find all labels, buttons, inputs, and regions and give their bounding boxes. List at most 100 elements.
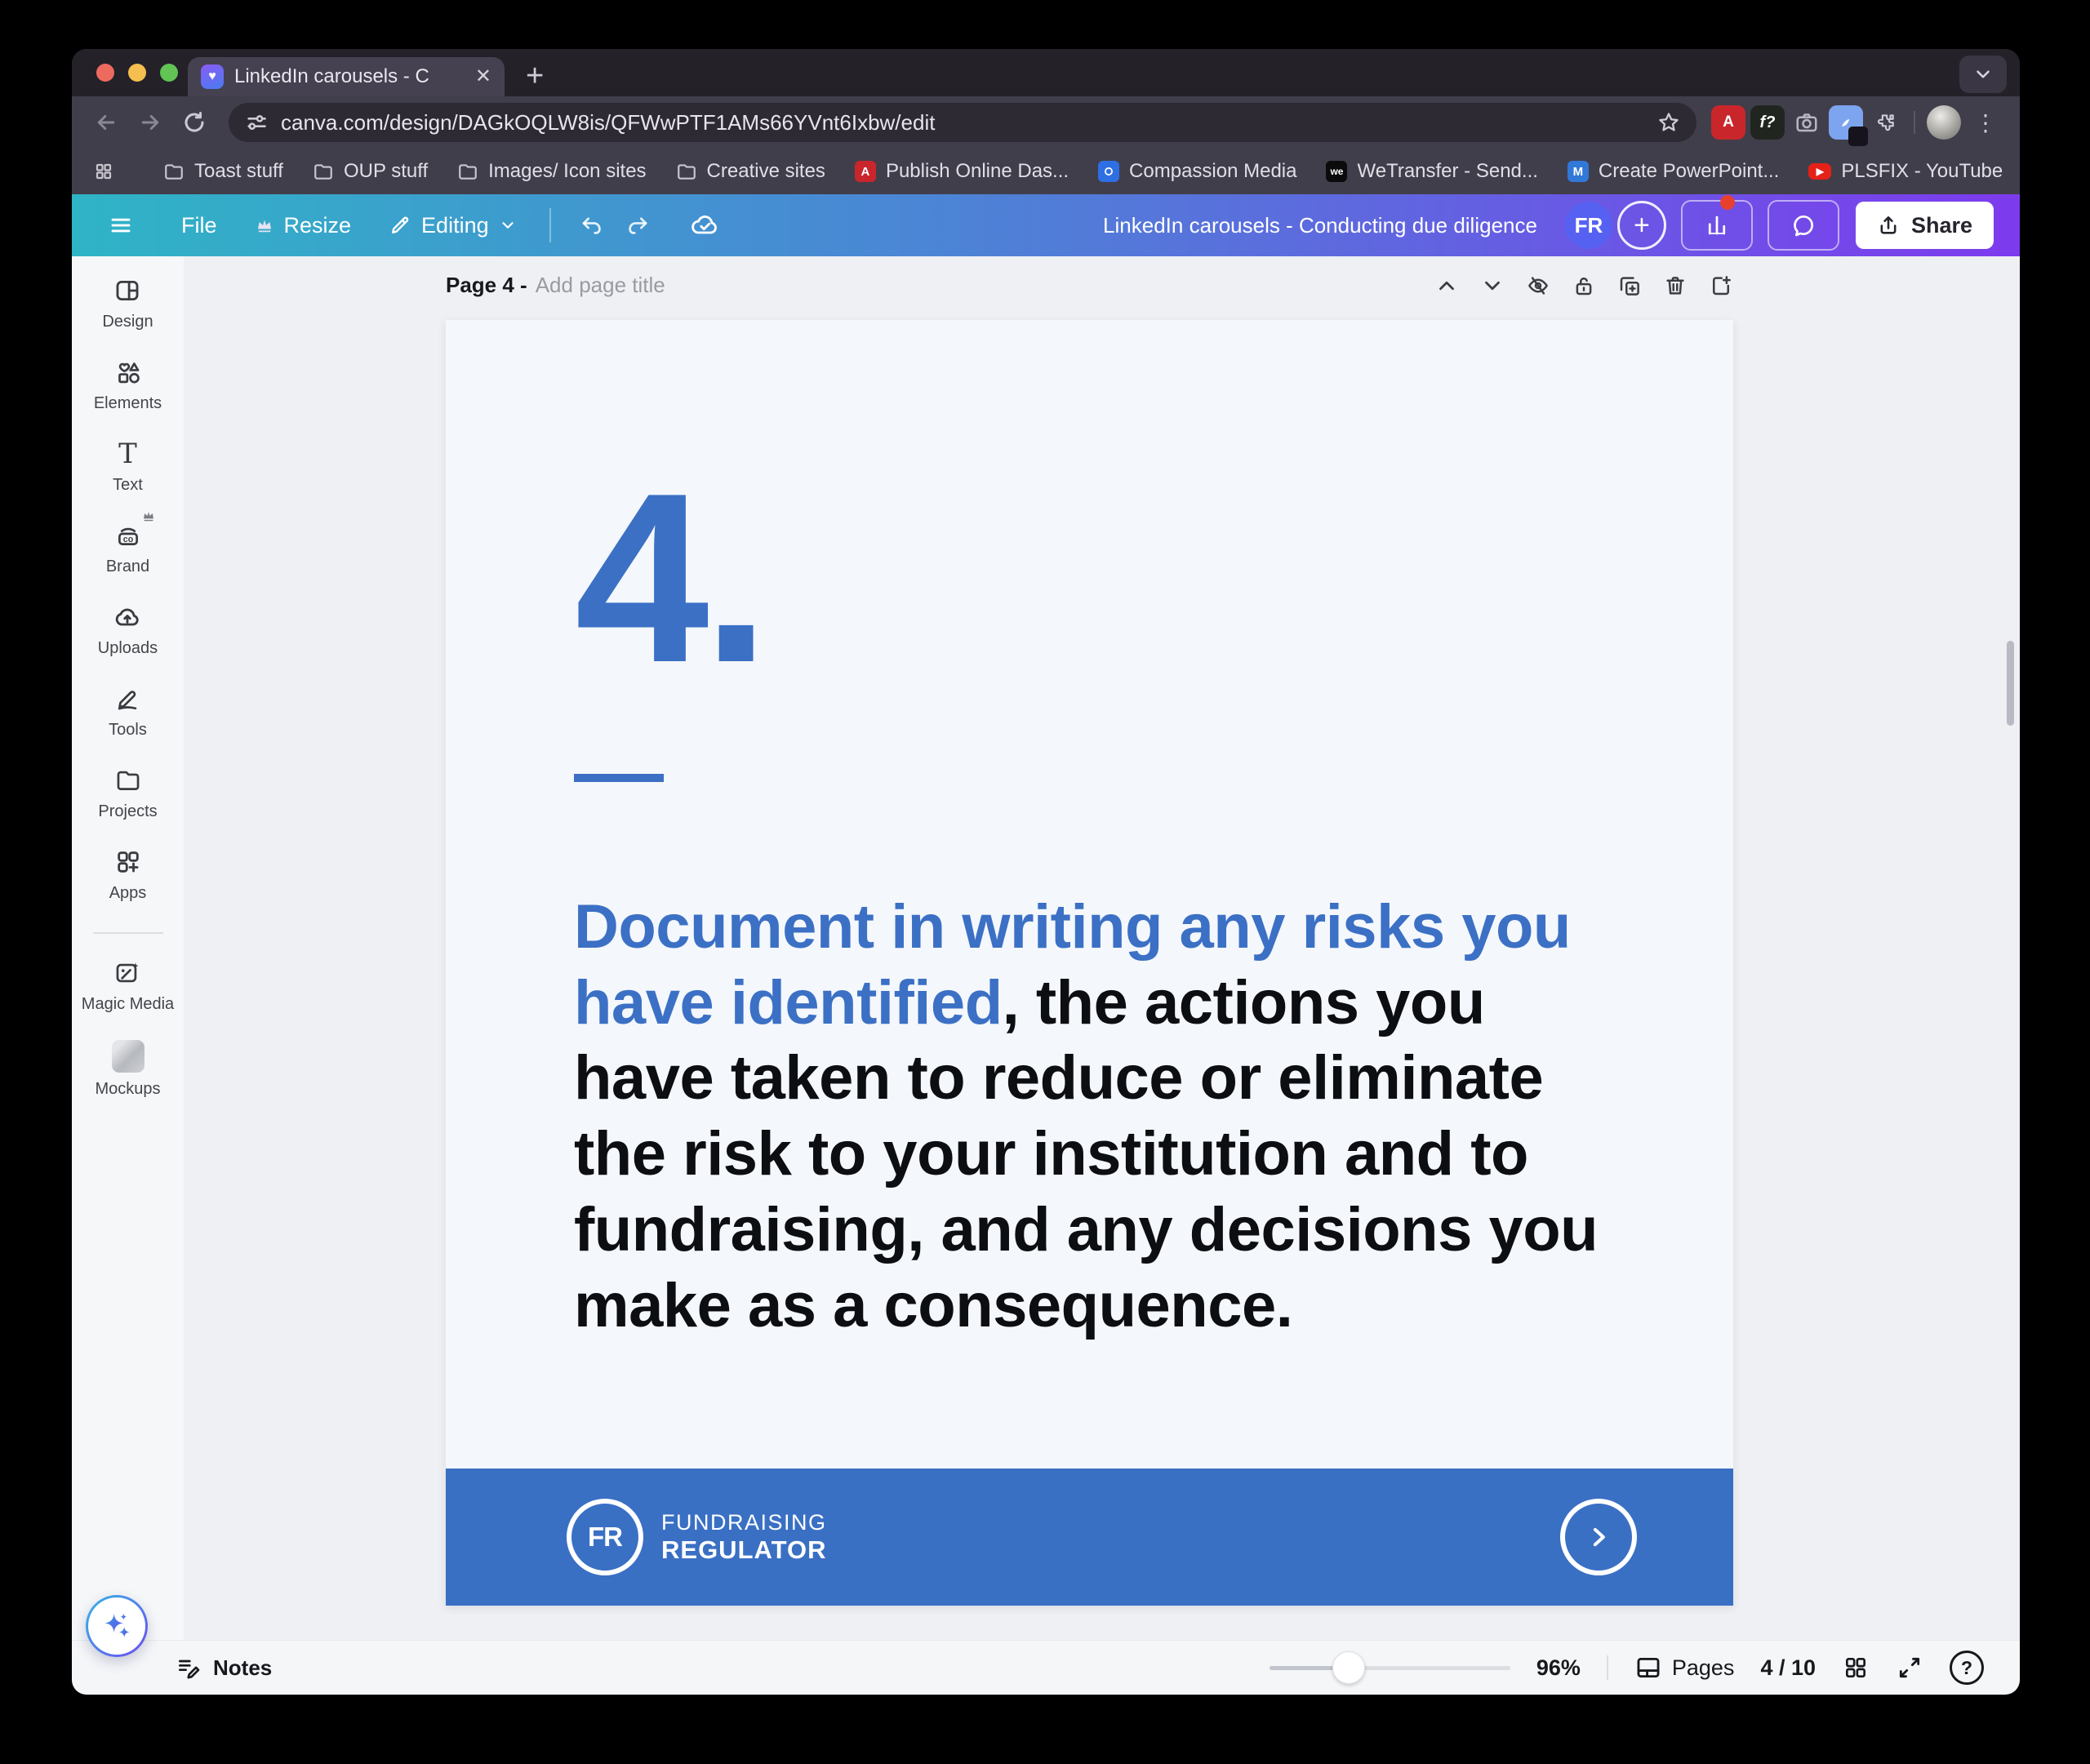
sidebar-item-label: Elements (94, 394, 162, 413)
sidebar-item-apps[interactable]: Apps (109, 847, 147, 903)
page-title-input[interactable]: Add page title (536, 273, 665, 298)
bookmark-oup-stuff[interactable]: OUP stuff (313, 160, 428, 183)
bookmark-plsfix-youtube[interactable]: ▶ PLSFIX - YouTube (1808, 160, 2003, 183)
add-collaborator-button[interactable]: + (1617, 201, 1666, 250)
bookmark-images-icon-sites[interactable]: Images/ Icon sites (457, 160, 646, 183)
main-menu-button[interactable] (98, 202, 144, 248)
canvas-footer-band[interactable]: FR FUNDRAISING REGULATOR (446, 1469, 1733, 1606)
fullscreen-button[interactable] (1896, 1654, 1923, 1682)
apps-grid-icon[interactable] (93, 161, 114, 182)
duplicate-page-button[interactable] (1617, 273, 1642, 298)
sidebar-item-design[interactable]: Design (102, 276, 153, 331)
tab-title-fade (436, 57, 469, 96)
camera-blue-icon (1098, 161, 1119, 182)
extensions-puzzle-icon[interactable] (1868, 105, 1902, 140)
bookmark-compassion-media[interactable]: Compassion Media (1098, 160, 1296, 183)
crown-icon (255, 216, 274, 235)
sidebar-item-uploads[interactable]: Uploads (98, 602, 158, 658)
undo-button[interactable] (569, 202, 615, 248)
vertical-scrollbar[interactable] (2007, 641, 2014, 726)
zoom-level[interactable]: 96% (1536, 1655, 1581, 1681)
sidebar-item-mockups[interactable]: Mockups (95, 1040, 160, 1099)
bookmark-creative-sites[interactable]: Creative sites (676, 160, 825, 183)
editing-mode-dropdown[interactable]: Editing (389, 213, 517, 238)
folder-icon (457, 161, 478, 182)
sidebar-item-elements[interactable]: Elements (94, 358, 162, 413)
move-page-down-button[interactable] (1480, 273, 1505, 298)
tab-search-button[interactable] (1959, 56, 2007, 93)
sidebar-divider (93, 932, 163, 934)
chevron-down-icon (499, 216, 517, 234)
adobe-acrobat-extension-icon[interactable]: A (1711, 105, 1745, 140)
delete-page-button[interactable] (1663, 273, 1688, 298)
minimize-window-button[interactable] (128, 64, 146, 82)
grid-view-button[interactable] (1842, 1654, 1870, 1682)
bookmark-toast-stuff[interactable]: Toast stuff (163, 160, 283, 183)
sidebar-item-label: Brand (106, 558, 149, 576)
sidebar-item-brand[interactable]: co Brand (106, 521, 149, 576)
sidebar-item-magic-media[interactable]: Magic Media (82, 958, 174, 1014)
address-bar[interactable]: canva.com/design/DAGkOQLW8is/QFWwPTF1AMs… (229, 103, 1696, 142)
status-bar: Notes 96% Pages 4 / 10 ? (72, 1640, 2020, 1695)
bookmark-wetransfer[interactable]: we WeTransfer - Send... (1326, 160, 1537, 183)
url-text[interactable]: canva.com/design/DAGkOQLW8is/QFWwPTF1AMs… (281, 110, 1644, 136)
camera-extension-icon[interactable] (1790, 105, 1824, 140)
browser-tab[interactable]: ♥ LinkedIn carousels - Conducti ✕ (188, 57, 505, 96)
sidebar-item-text[interactable]: T Text (113, 439, 143, 495)
canvas-body: 4. Document in writing any risks you hav… (446, 320, 1733, 1469)
share-button[interactable]: Share (1856, 202, 1994, 249)
notes-label: Notes (213, 1655, 272, 1681)
bookmark-star-icon[interactable] (1657, 111, 1680, 134)
step-number-text[interactable]: 4. (575, 457, 763, 699)
pages-button[interactable]: Pages (1634, 1654, 1735, 1682)
lock-page-button[interactable] (1572, 273, 1596, 298)
body-text[interactable]: Document in writing any risks you have i… (574, 890, 1611, 1344)
document-title[interactable]: LinkedIn carousels - Conducting due dili… (1103, 213, 1537, 238)
file-menu[interactable]: File (181, 213, 217, 238)
folder-icon (313, 161, 334, 182)
close-window-button[interactable] (96, 64, 114, 82)
design-canvas-page[interactable]: 4. Document in writing any risks you hav… (446, 320, 1733, 1606)
sidebar-item-projects[interactable]: Projects (98, 766, 157, 821)
zoom-slider-thumb[interactable] (1332, 1651, 1365, 1684)
zoom-slider[interactable] (1270, 1666, 1510, 1670)
add-page-button[interactable] (1709, 273, 1733, 298)
page-number-label: Page 4 - (446, 273, 527, 298)
adobe-icon: A (855, 161, 876, 182)
hide-page-button[interactable] (1526, 273, 1550, 298)
new-tab-button[interactable]: + (526, 60, 544, 91)
insights-button[interactable] (1681, 200, 1753, 251)
bookmark-label: Publish Online Das... (886, 160, 1069, 183)
fonts-extension-icon[interactable]: f? (1750, 105, 1785, 140)
sidebar-item-label: Magic Media (82, 995, 174, 1014)
site-info-icon[interactable] (245, 111, 268, 134)
loom-extension-icon[interactable] (1829, 105, 1863, 140)
redo-button[interactable] (615, 202, 660, 248)
tab-close-icon[interactable]: ✕ (475, 67, 491, 87)
sidebar-item-label: Apps (109, 884, 147, 903)
youtube-icon: ▶ (1808, 163, 1831, 180)
bookmark-create-powerpoint[interactable]: M Create PowerPoint... (1568, 160, 1779, 183)
sidebar-item-tools[interactable]: Tools (109, 684, 147, 740)
bookmark-publish-online[interactable]: A Publish Online Das... (855, 160, 1069, 183)
move-page-up-button[interactable] (1434, 273, 1459, 298)
help-button[interactable]: ? (1950, 1651, 1984, 1685)
resize-button[interactable]: Resize (255, 213, 352, 238)
browser-menu-icon[interactable]: ⋮ (1966, 109, 2005, 136)
magic-slides-icon: M (1568, 161, 1589, 182)
resize-label: Resize (284, 213, 352, 238)
window-controls[interactable] (96, 64, 178, 82)
pages-label: Pages (1672, 1655, 1735, 1681)
folder-icon (676, 161, 697, 182)
accent-divider[interactable] (574, 774, 664, 782)
back-button[interactable] (87, 103, 126, 142)
profile-avatar[interactable] (1927, 105, 1961, 140)
forward-button[interactable] (131, 103, 170, 142)
collaborator-avatar[interactable]: FR (1565, 202, 1612, 249)
canva-assistant-button[interactable] (86, 1595, 148, 1657)
reload-button[interactable] (175, 103, 214, 142)
notes-button[interactable]: Notes (176, 1655, 272, 1681)
svg-text:co: co (122, 535, 133, 544)
comments-button[interactable] (1768, 200, 1839, 251)
zoom-window-button[interactable] (160, 64, 178, 82)
